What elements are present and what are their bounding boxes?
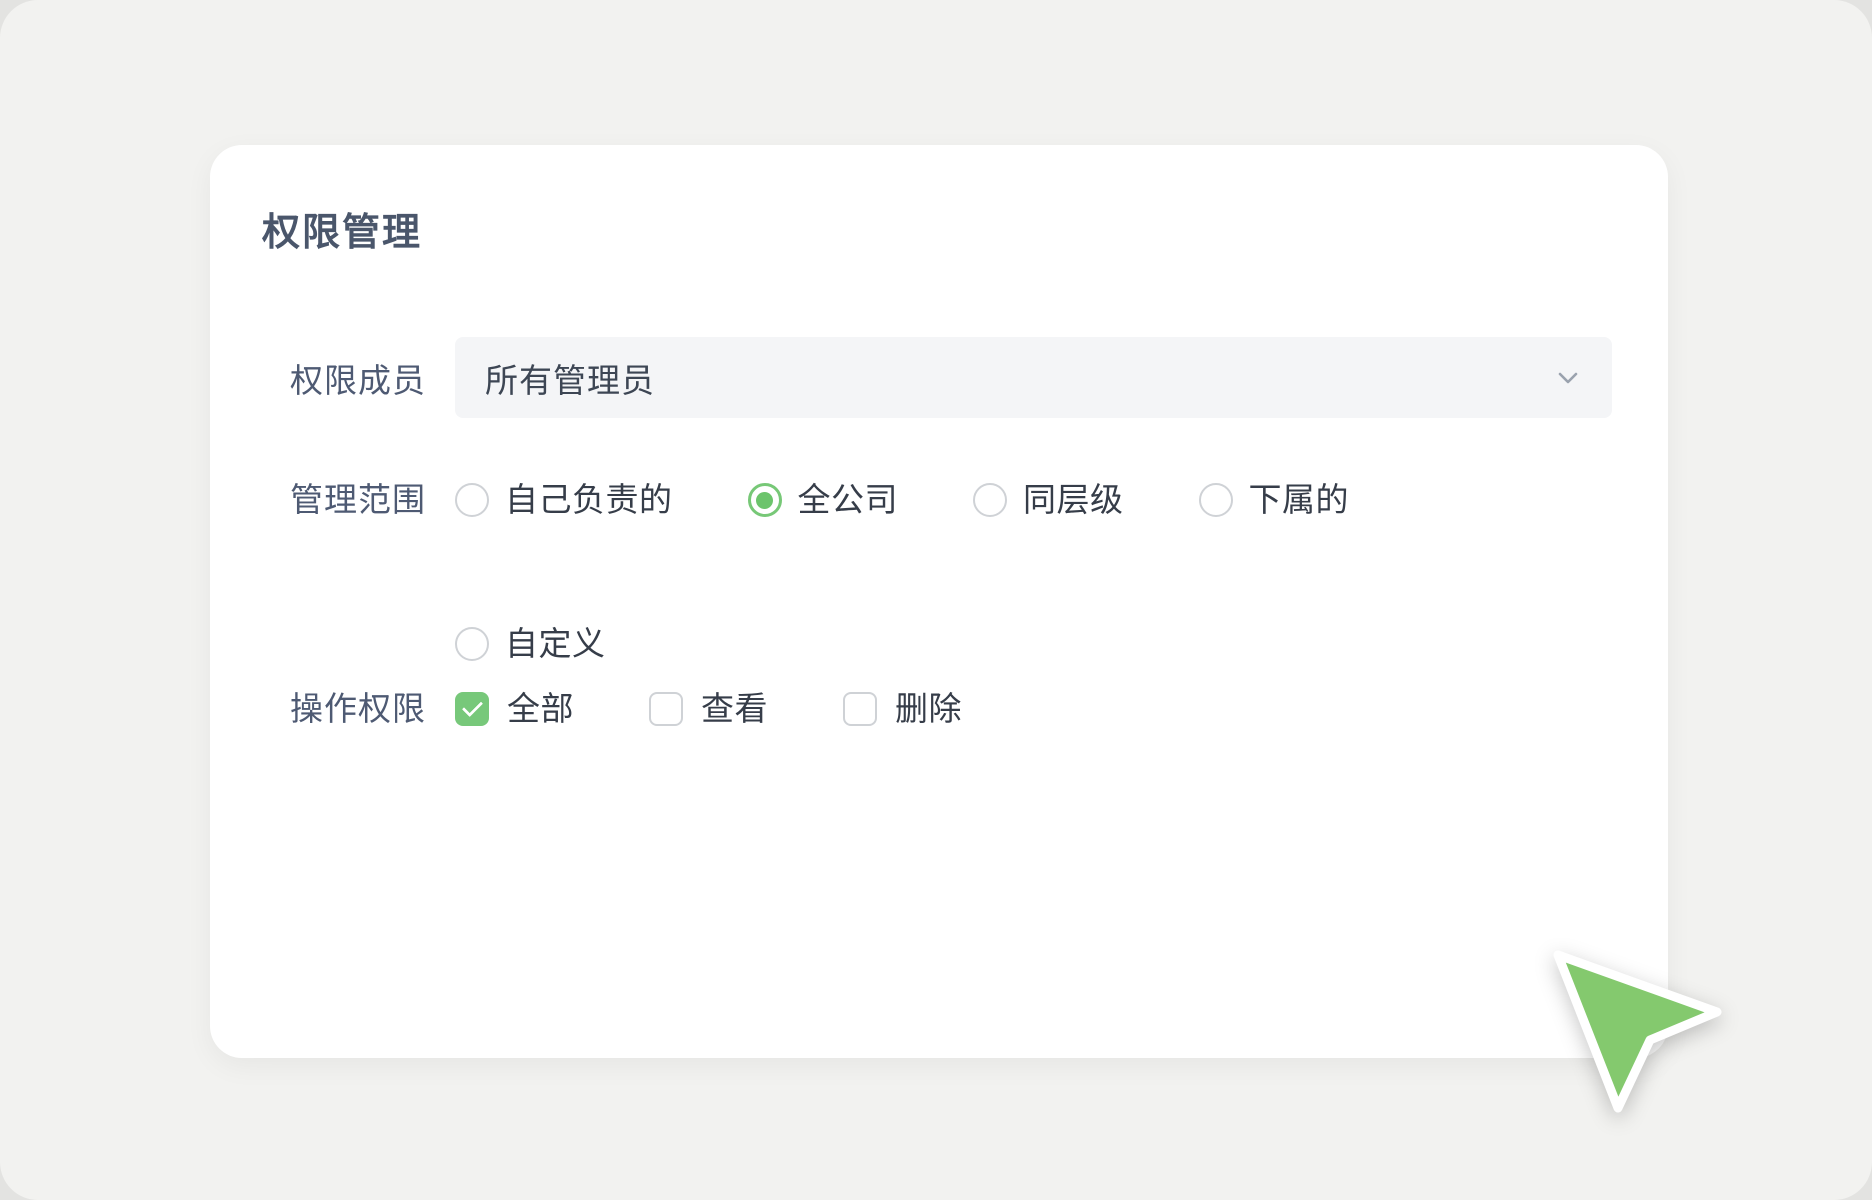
- radio-icon[interactable]: [973, 483, 1007, 517]
- radio-option-own[interactable]: 自己负责的: [455, 483, 673, 517]
- radio-option-label: 自己负责的: [505, 483, 673, 517]
- radio-option-same-level[interactable]: 同层级: [973, 483, 1124, 517]
- app-background: 权限管理 权限成员 所有管理员 管理范围 自己负责的 全公司: [0, 0, 1872, 1200]
- chevron-down-icon: [1554, 364, 1582, 392]
- scope-row: 管理范围 自己负责的 全公司 同层级 下属的: [290, 483, 1612, 661]
- checkbox-option-label: 全部: [507, 692, 574, 726]
- action-options: 全部 查看 删除: [455, 692, 1612, 726]
- member-select[interactable]: 所有管理员: [455, 337, 1612, 418]
- actions-row: 操作权限 全部 查看 删除: [290, 692, 1612, 726]
- scope-options: 自己负责的 全公司 同层级 下属的 自定义: [455, 483, 1612, 661]
- member-row: 权限成员 所有管理员: [290, 337, 1612, 418]
- radio-option-custom[interactable]: 自定义: [455, 627, 606, 661]
- radio-icon[interactable]: [455, 483, 489, 517]
- radio-icon[interactable]: [1199, 483, 1233, 517]
- checkbox-option-label: 查看: [701, 692, 768, 726]
- checkbox-option-all[interactable]: 全部: [455, 692, 574, 726]
- radio-option-whole-company[interactable]: 全公司: [748, 483, 899, 517]
- radio-option-label: 自定义: [505, 627, 606, 661]
- checkbox-icon[interactable]: [649, 692, 683, 726]
- member-select-value: 所有管理员: [485, 354, 655, 402]
- checkbox-option-view[interactable]: 查看: [649, 692, 768, 726]
- radio-icon[interactable]: [455, 627, 489, 661]
- checkbox-option-label: 删除: [895, 692, 962, 726]
- scope-label: 管理范围: [290, 483, 455, 517]
- radio-option-label: 同层级: [1023, 483, 1124, 517]
- radio-option-subordinates[interactable]: 下属的: [1199, 483, 1350, 517]
- actions-label: 操作权限: [290, 692, 455, 726]
- page-title: 权限管理: [262, 201, 422, 256]
- radio-option-label: 全公司: [798, 483, 899, 517]
- permission-settings-card: 权限管理 权限成员 所有管理员 管理范围 自己负责的 全公司: [210, 145, 1668, 1058]
- checkbox-icon[interactable]: [455, 692, 489, 726]
- radio-icon[interactable]: [748, 483, 782, 517]
- checkbox-option-delete[interactable]: 删除: [843, 692, 962, 726]
- member-label: 权限成员: [290, 354, 455, 402]
- checkbox-icon[interactable]: [843, 692, 877, 726]
- radio-option-label: 下属的: [1249, 483, 1350, 517]
